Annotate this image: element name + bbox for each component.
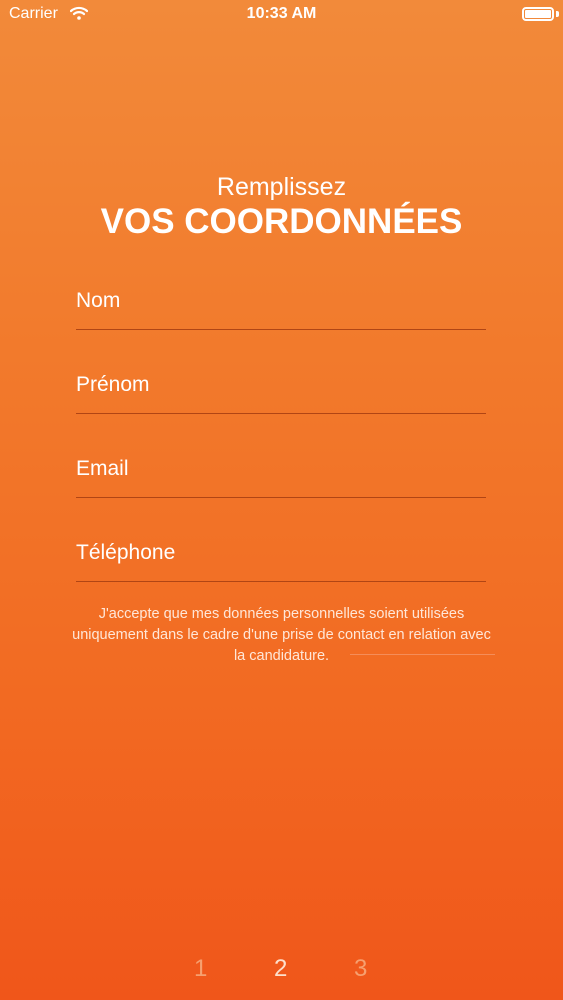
page-2-indicator[interactable]: 2 <box>274 955 287 983</box>
nom-input[interactable] <box>76 284 486 318</box>
battery-tip <box>556 11 559 17</box>
heading-subtitle: Remplissez <box>216 173 347 201</box>
prenom-input[interactable] <box>76 368 486 402</box>
heading-title: VOS COORDONNÉES <box>100 202 463 241</box>
telephone-field[interactable] <box>76 536 486 582</box>
battery-icon <box>522 7 554 21</box>
email-field[interactable] <box>76 452 486 498</box>
prenom-field[interactable] <box>76 368 486 414</box>
page-indicator: 1 2 3 <box>0 955 563 987</box>
page-3-indicator[interactable]: 3 <box>354 955 367 983</box>
nom-field[interactable] <box>76 284 486 330</box>
consent-text[interactable]: J'accepte que mes données personnelles s… <box>66 604 497 667</box>
telephone-input[interactable] <box>76 536 486 570</box>
page-1-indicator[interactable]: 1 <box>194 955 207 983</box>
status-time: 10:33 AM <box>246 5 317 22</box>
consent-divider <box>350 654 495 655</box>
status-bar: Carrier 10:33 AM <box>0 0 563 30</box>
email-input[interactable] <box>76 452 486 486</box>
